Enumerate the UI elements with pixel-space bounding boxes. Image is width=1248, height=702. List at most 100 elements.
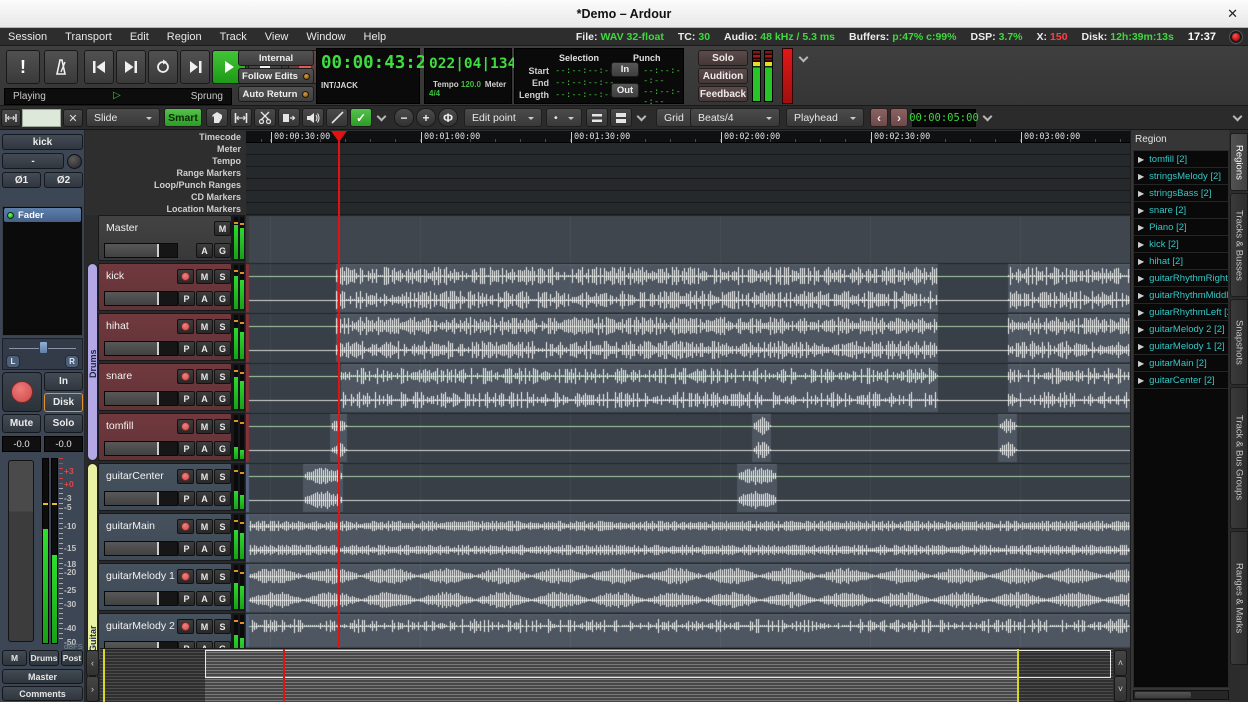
- track-fader[interactable]: [104, 441, 178, 456]
- region-list-item[interactable]: ▶stringsBass [2]: [1134, 185, 1228, 202]
- ruler-row-tempo[interactable]: [246, 155, 1130, 167]
- track-a-button[interactable]: A: [196, 541, 213, 556]
- audition-button[interactable]: Audition: [698, 68, 748, 84]
- expand-triangle-icon[interactable]: ▶: [1138, 172, 1144, 181]
- metronome-button[interactable]: [44, 50, 78, 84]
- edit-canvas[interactable]: [246, 215, 1130, 648]
- menu-region[interactable]: Region: [167, 31, 202, 43]
- secondary-clock[interactable]: 022|04|1341 Tempo 120.0Meter 4/4: [424, 48, 512, 104]
- monitor-input-button[interactable]: In: [44, 372, 83, 391]
- track-p-button[interactable]: P: [178, 541, 195, 556]
- ruler-row-cd-markers[interactable]: [246, 191, 1130, 203]
- track-fader[interactable]: [104, 491, 178, 506]
- playhead-line[interactable]: [338, 131, 340, 648]
- region-list-item[interactable]: ▶guitarRhythmMiddle [2]: [1134, 287, 1228, 304]
- track-m-button[interactable]: M: [196, 369, 213, 384]
- region-list-item[interactable]: ▶hihat [2]: [1134, 253, 1228, 270]
- ruler-row-meter[interactable]: [246, 143, 1130, 155]
- track-a-button[interactable]: A: [196, 243, 213, 258]
- track-p-button[interactable]: P: [178, 291, 195, 306]
- track-header-kick[interactable]: kickMSPAG: [98, 263, 232, 311]
- track-a-button[interactable]: A: [196, 441, 213, 456]
- ruler-label-location-markers[interactable]: Location Markers: [85, 203, 246, 215]
- track-header-master[interactable]: MasterMAG: [98, 215, 232, 261]
- track-fader[interactable]: [104, 243, 178, 258]
- close-icon[interactable]: ✕: [1227, 6, 1238, 22]
- expand-triangle-icon[interactable]: ▶: [1138, 155, 1144, 164]
- expand-triangle-icon[interactable]: ▶: [1138, 189, 1144, 198]
- track-a-button[interactable]: A: [196, 591, 213, 606]
- track-m-button[interactable]: M: [214, 221, 231, 236]
- region-list-item[interactable]: ▶kick [2]: [1134, 236, 1228, 253]
- record-arm-button[interactable]: [2, 372, 42, 412]
- record-enable-button[interactable]: [177, 369, 194, 384]
- track-g-button[interactable]: G: [214, 441, 231, 456]
- track-s-button[interactable]: S: [214, 319, 231, 334]
- track-s-button[interactable]: S: [214, 469, 231, 484]
- mono-tab[interactable]: M: [2, 650, 27, 666]
- menu-help[interactable]: Help: [364, 31, 387, 43]
- track-m-button[interactable]: M: [196, 319, 213, 334]
- expand-triangle-icon[interactable]: ▶: [1138, 206, 1144, 215]
- nudge-back-button[interactable]: ‹: [870, 108, 888, 127]
- region-list-item[interactable]: ▶tomfill [2]: [1134, 151, 1228, 168]
- track-fader[interactable]: [104, 591, 178, 606]
- feedback-button[interactable]: Feedback: [698, 86, 748, 102]
- punch-out-button[interactable]: Out: [611, 83, 639, 98]
- master-output-button[interactable]: Master: [2, 669, 83, 684]
- primary-clock[interactable]: 00:00:43:25 INT/JACK: [316, 48, 420, 104]
- auto-return-toggle[interactable]: Auto Return: [238, 86, 314, 102]
- track-g-button[interactable]: G: [214, 291, 231, 306]
- trim-knob[interactable]: [67, 154, 82, 169]
- session-summary[interactable]: [100, 648, 1113, 702]
- record-enable-button[interactable]: [177, 619, 194, 634]
- ruler-row-location-markers[interactable]: [246, 203, 1130, 215]
- region-list-item[interactable]: ▶guitarMelody 1 [2]: [1134, 338, 1228, 355]
- pan-handle[interactable]: [39, 341, 48, 354]
- track-s-button[interactable]: S: [214, 269, 231, 284]
- expand-triangle-icon[interactable]: ▶: [1138, 240, 1144, 249]
- group-tab[interactable]: Drums: [29, 650, 59, 666]
- ruler-row-loop-punch-ranges[interactable]: [246, 179, 1130, 191]
- track-a-button[interactable]: A: [196, 291, 213, 306]
- region-list-item[interactable]: ▶guitarRhythmLeft [2]: [1134, 304, 1228, 321]
- track-m-button[interactable]: M: [196, 569, 213, 584]
- scrollbar-handle[interactable]: [1135, 692, 1191, 698]
- side-tab-tracks-busses[interactable]: Tracks & Busses: [1230, 193, 1248, 297]
- nudge-clock[interactable]: 00:00:05:00: [912, 109, 976, 127]
- side-tab-track-bus-groups[interactable]: Track & Bus Groups: [1230, 387, 1248, 529]
- track-m-button[interactable]: M: [196, 519, 213, 534]
- solo-button[interactable]: Solo: [698, 50, 748, 66]
- sync-source-button[interactable]: Internal: [238, 50, 314, 66]
- track-m-button[interactable]: M: [196, 619, 213, 634]
- track-p-button[interactable]: P: [178, 491, 195, 506]
- track-g-button[interactable]: G: [214, 591, 231, 606]
- track-header-snare[interactable]: snareMSPAG: [98, 363, 232, 411]
- region-list-item[interactable]: ▶guitarMain [2]: [1134, 355, 1228, 372]
- track-g-button[interactable]: G: [214, 391, 231, 406]
- region-list[interactable]: ▶tomfill [2]▶stringsMelody [2]▶stringsBa…: [1133, 150, 1229, 688]
- track-m-button[interactable]: M: [196, 269, 213, 284]
- track-header-guitarmelody-1[interactable]: guitarMelody 1MSPAG: [98, 563, 232, 611]
- track-g-button[interactable]: G: [214, 243, 231, 258]
- record-enable-button[interactable]: [177, 419, 194, 434]
- chevron-down-icon[interactable]: [1233, 112, 1243, 122]
- midi-panic-button[interactable]: !: [6, 50, 40, 84]
- track-s-button[interactable]: S: [214, 519, 231, 534]
- ruler-label-range-markers[interactable]: Range Markers: [85, 167, 246, 179]
- error-log-button[interactable]: [1230, 31, 1242, 43]
- loop-button[interactable]: [148, 50, 178, 84]
- track-g-button[interactable]: G: [214, 491, 231, 506]
- track-fader[interactable]: [104, 391, 178, 406]
- summary-scroll-up-button[interactable]: ˄: [1114, 650, 1127, 676]
- expand-triangle-icon[interactable]: ▶: [1138, 325, 1144, 334]
- track-fader[interactable]: [104, 341, 178, 356]
- track-fader[interactable]: [104, 291, 178, 306]
- processor-fader-entry[interactable]: Fader: [4, 208, 81, 222]
- expand-triangle-icon[interactable]: ▶: [1138, 274, 1144, 283]
- waveform-canvas[interactable]: [246, 215, 1130, 648]
- track-s-button[interactable]: S: [214, 369, 231, 384]
- ruler-row-timecode[interactable]: 00:00:30:0000:01:00:0000:01:30:0000:02:0…: [246, 131, 1130, 143]
- menu-view[interactable]: View: [265, 31, 289, 43]
- menu-edit[interactable]: Edit: [130, 31, 149, 43]
